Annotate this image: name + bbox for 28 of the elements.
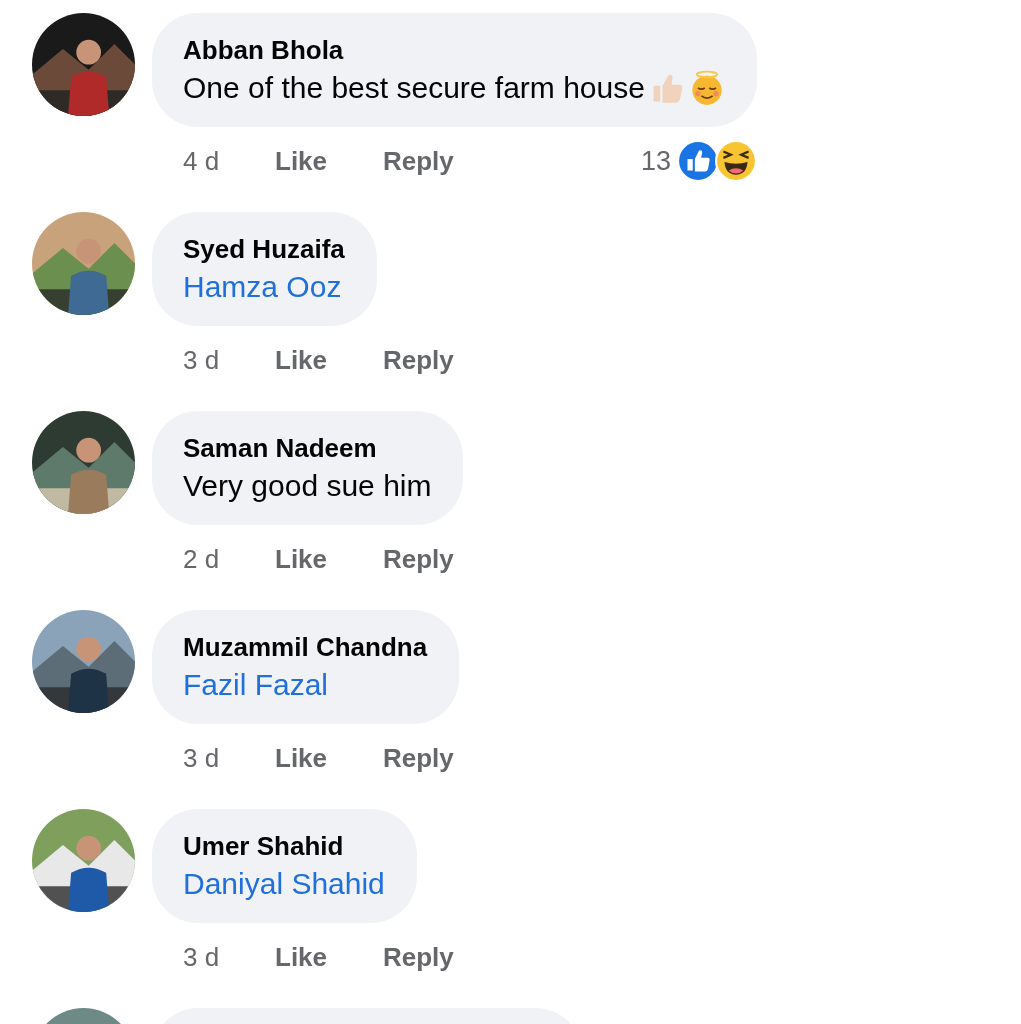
comment-text: Very good sue him [183, 468, 432, 504]
mention-link[interactable]: Fazil Fazal [183, 664, 329, 706]
commenter-name[interactable]: Saman Nadeem [183, 431, 432, 465]
mention-link[interactable]: Daniyal Shahid [183, 863, 385, 905]
like-link[interactable]: Like [275, 742, 383, 774]
reply-link[interactable]: Reply [383, 742, 491, 774]
comment-time: 3 d [183, 742, 221, 774]
reply-link[interactable]: Reply [383, 543, 491, 575]
like-link[interactable]: Like [275, 344, 383, 376]
reply-link[interactable]: Reply [383, 344, 491, 376]
mention-link[interactable]: Hamza Ooz [183, 266, 342, 308]
reaction-count[interactable]: 13 [640, 145, 671, 177]
reply-link[interactable]: Reply [383, 145, 491, 177]
like-link[interactable]: Like [275, 543, 383, 575]
like-link[interactable]: Like [275, 145, 383, 177]
like-link[interactable]: Like [275, 941, 383, 973]
comment-time: 4 d [183, 145, 221, 177]
comment-time: 2 d [183, 543, 221, 575]
reply-link[interactable]: Reply [383, 941, 491, 973]
laughing-reaction-icon [714, 140, 757, 182]
commenter-name[interactable]: Syed Huzaifa [183, 232, 345, 266]
commenter-name[interactable]: Umer Shahid [183, 829, 385, 863]
comment-time: 3 d [183, 941, 221, 973]
comment-text: One of the best secure farm house [183, 70, 645, 106]
commenter-name[interactable]: Muzammil Chandna [183, 630, 428, 664]
commenter-name[interactable]: Abban Bhola [183, 33, 725, 67]
like-reaction-icon [676, 140, 719, 182]
comment-time: 3 d [183, 344, 221, 376]
